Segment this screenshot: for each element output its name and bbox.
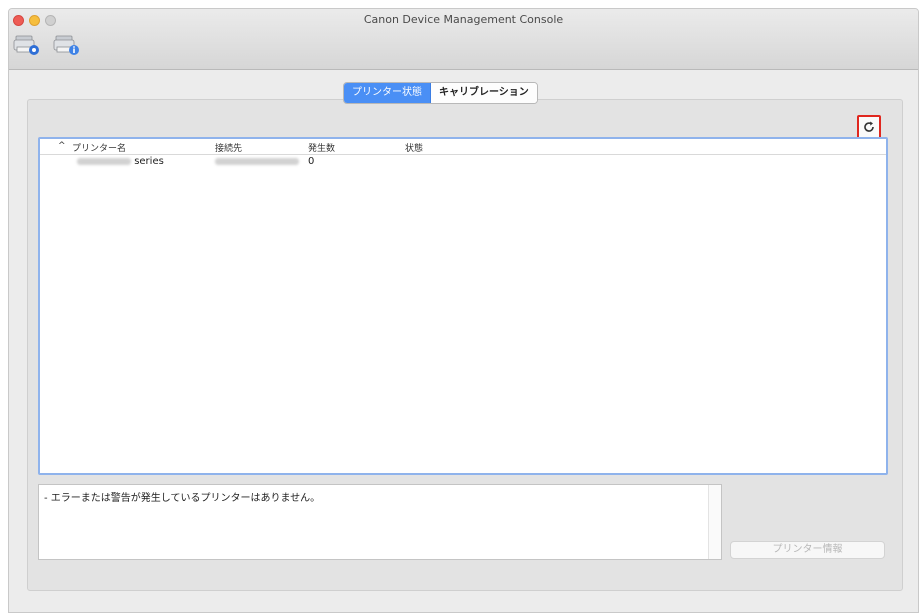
table-header: ^ プリンター名 接続先 発生数 状態 (40, 139, 886, 155)
column-header-count[interactable]: 発生数 (308, 141, 335, 154)
printer-table: ^ プリンター名 接続先 発生数 状態 series 0 (38, 137, 888, 475)
message-scrollbar[interactable] (708, 485, 721, 559)
window-title: Canon Device Management Console (363, 13, 564, 26)
tab-bar: プリンター状態 キャリブレーション (343, 82, 538, 104)
printer-info-button[interactable] (53, 31, 83, 59)
printer-info-button-bottom[interactable]: プリンター情報 (730, 541, 885, 559)
column-header-connection[interactable]: 接続先 (215, 141, 242, 154)
redacted-printer-model (77, 157, 131, 165)
table-row[interactable]: series 0 (40, 155, 886, 169)
message-area: - エラーまたは警告が発生しているプリンターはありません。 (38, 484, 722, 560)
printer-settings-button[interactable] (13, 31, 43, 59)
printer-name-cell: series (77, 156, 164, 167)
printer-info-icon (53, 35, 79, 55)
tab-printer-status[interactable]: プリンター状態 (344, 83, 431, 103)
status-message: - エラーまたは警告が発生しているプリンターはありません。 (44, 493, 321, 504)
tab-calibration[interactable]: キャリブレーション (431, 83, 537, 103)
connection-cell (215, 156, 299, 167)
count-cell: 0 (308, 156, 315, 167)
sort-ascending-icon: ^ (58, 141, 66, 151)
refresh-button[interactable] (857, 115, 881, 139)
printer-name-suffix: series (134, 156, 164, 167)
column-header-printer-name[interactable]: プリンター名 (72, 141, 126, 154)
column-header-status[interactable]: 状態 (405, 141, 423, 154)
refresh-icon (864, 121, 874, 132)
title-bar: Canon Device Management Console (9, 9, 918, 70)
printer-settings-icon (13, 35, 39, 55)
redacted-address (215, 157, 299, 165)
